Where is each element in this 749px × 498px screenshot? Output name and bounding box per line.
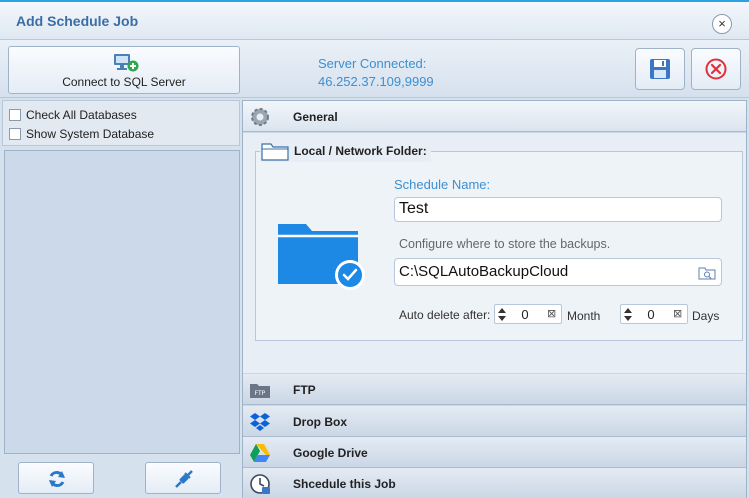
check-all-label: Check All Databases <box>26 108 137 122</box>
database-list[interactable] <box>4 150 240 454</box>
ftp-icon: FTP <box>250 384 270 398</box>
database-panel: Check All Databases Show System Database <box>2 100 240 456</box>
cancel-icon <box>705 58 727 80</box>
server-status: Server Connected: 46.252.37.109,9999 <box>318 55 434 91</box>
show-system-database-checkbox[interactable]: Show System Database <box>9 125 154 143</box>
section-google-drive[interactable]: Google Drive <box>243 437 746 468</box>
server-connect-icon <box>114 54 139 72</box>
close-button[interactable]: × <box>712 14 732 34</box>
stepper-arrows-icon[interactable] <box>497 306 507 323</box>
checkbox-box <box>9 109 21 121</box>
configure-storage-label: Configure where to store the backups. <box>399 237 611 251</box>
schedule-name-label: Schedule Name: <box>394 177 491 192</box>
section-schedule[interactable]: Shcedule this Job <box>243 468 746 498</box>
stepper-arrows-icon[interactable] <box>623 306 633 323</box>
ftp-icon-text: FTP <box>255 390 266 397</box>
disconnect-button[interactable] <box>145 462 221 494</box>
section-ftp-label: FTP <box>293 383 316 397</box>
section-general[interactable]: General <box>243 101 746 132</box>
section-ftp[interactable]: FTP FTP <box>243 374 746 405</box>
server-status-title: Server Connected: <box>318 56 427 71</box>
clock-icon <box>250 474 270 494</box>
month-value: 0 <box>521 307 529 322</box>
browse-folder-icon[interactable] <box>698 266 716 280</box>
window-title: Add Schedule Job <box>16 13 139 29</box>
save-icon <box>650 59 670 79</box>
cancel-button[interactable] <box>691 48 741 90</box>
local-network-folder-group: Local / Network Folder: Schedule Name: T… <box>255 140 743 341</box>
connect-to-sql-server-button[interactable]: Connect to SQL Server <box>8 46 240 94</box>
refresh-icon <box>49 470 65 488</box>
section-google-drive-label: Google Drive <box>293 446 368 460</box>
save-button[interactable] <box>635 48 685 90</box>
section-general-label: General <box>293 110 338 124</box>
clear-icon[interactable]: ⊠ <box>547 307 556 320</box>
backup-path-input[interactable]: C:\SQLAutoBackupCloud <box>394 258 722 286</box>
group-title-label: Local / Network Folder: <box>294 144 427 158</box>
month-unit-label: Month <box>567 309 601 323</box>
days-value: 0 <box>647 307 655 322</box>
checkbox-box <box>9 128 21 140</box>
gear-icon <box>251 108 269 126</box>
connect-button-label: Connect to SQL Server <box>62 75 186 89</box>
folder-check-icon <box>278 224 365 290</box>
database-options: Check All Databases Show System Database <box>2 100 240 146</box>
days-stepper[interactable]: 0 ⊠ <box>620 304 688 324</box>
folder-icon <box>261 143 289 161</box>
section-dropbox-label: Drop Box <box>293 415 347 429</box>
clear-icon[interactable]: ⊠ <box>673 307 682 320</box>
section-dropbox[interactable]: Drop Box <box>243 406 746 437</box>
show-system-label: Show System Database <box>26 127 155 141</box>
dropbox-icon <box>250 413 270 431</box>
destination-panel: General Local / Network Folder: Schedule… <box>242 100 747 498</box>
check-all-databases-checkbox[interactable]: Check All Databases <box>9 106 137 124</box>
plug-icon <box>175 470 193 488</box>
days-unit-label: Days <box>692 309 720 323</box>
toolbar: Connect to SQL Server Server Connected: … <box>0 40 749 98</box>
left-actions <box>2 458 240 498</box>
group-title: Local / Network Folder: <box>260 140 431 162</box>
title-bar: Add Schedule Job × <box>0 2 749 40</box>
server-address: 46.252.37.109,9999 <box>318 74 434 89</box>
schedule-name-input[interactable]: Test <box>394 197 722 222</box>
google-drive-icon <box>250 444 270 462</box>
general-settings: Local / Network Folder: Schedule Name: T… <box>243 133 746 373</box>
add-schedule-job-window: Add Schedule Job × Connect to SQL Server… <box>0 0 749 498</box>
month-stepper[interactable]: 0 ⊠ <box>494 304 562 324</box>
refresh-button[interactable] <box>18 462 94 494</box>
section-schedule-label: Shcedule this Job <box>293 477 396 491</box>
auto-delete-label: Auto delete after: <box>399 308 491 322</box>
